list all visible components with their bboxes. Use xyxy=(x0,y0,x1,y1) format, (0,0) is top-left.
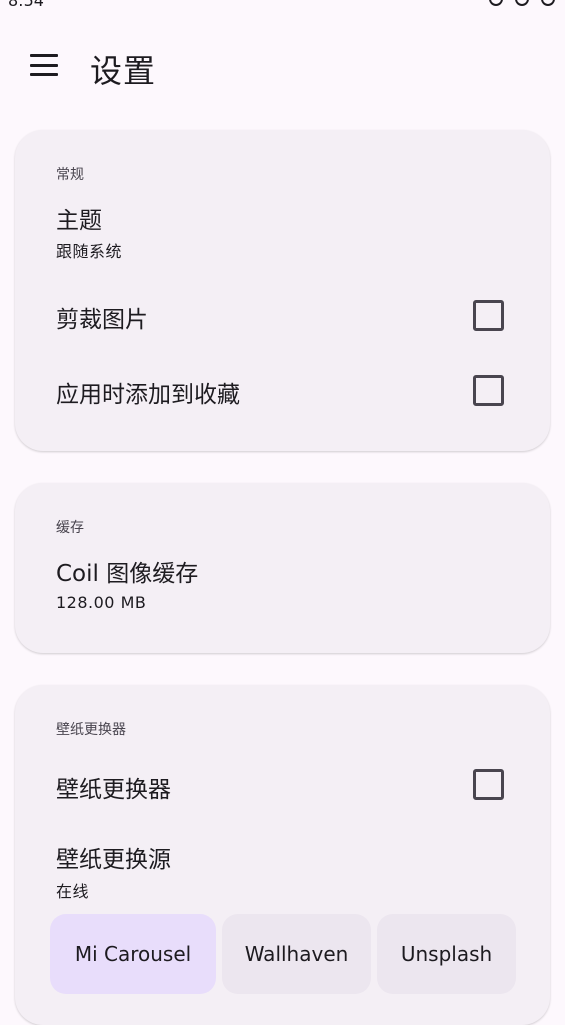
coil-cache-title: Coil 图像缓存 xyxy=(56,561,199,587)
section-title-cache: 缓存 xyxy=(56,520,84,536)
chip-mi-carousel[interactable]: Mi Carousel xyxy=(50,914,216,994)
wallpaper-changer-card: 壁纸更换器 壁纸更换器 壁纸更换源 在线 Mi Carousel Wallhav… xyxy=(15,685,550,1025)
wallpaper-changer-label: 壁纸更换器 xyxy=(56,777,171,803)
wallpaper-source-value: 在线 xyxy=(56,882,90,901)
app-bar: 设置 xyxy=(0,30,565,102)
add-to-favorites-label: 应用时添加到收藏 xyxy=(56,382,240,408)
page-title: 设置 xyxy=(90,52,157,90)
status-bar: 8:54 xyxy=(0,0,565,10)
hamburger-menu-icon[interactable] xyxy=(30,54,58,76)
section-title-changer: 壁纸更换器 xyxy=(56,722,126,738)
chip-unsplash[interactable]: Unsplash xyxy=(377,914,516,994)
status-icons xyxy=(489,0,555,6)
theme-title: 主题 xyxy=(56,208,102,234)
crop-image-checkbox[interactable] xyxy=(473,300,504,331)
general-settings-card: 常规 主题 跟随系统 剪裁图片 应用时添加到收藏 xyxy=(15,130,550,451)
wifi-icon xyxy=(515,0,529,6)
cache-settings-card: 缓存 Coil 图像缓存 128.00 MB xyxy=(15,483,550,653)
battery-icon xyxy=(541,0,555,6)
status-time: 8:54 xyxy=(8,0,44,10)
theme-value: 跟随系统 xyxy=(56,242,123,261)
add-to-favorites-checkbox[interactable] xyxy=(473,375,504,406)
section-title-general: 常规 xyxy=(56,167,84,183)
notification-icon xyxy=(489,0,503,6)
wallpaper-source-title: 壁纸更换源 xyxy=(56,847,171,873)
chip-wallhaven[interactable]: Wallhaven xyxy=(222,914,371,994)
wallpaper-changer-checkbox[interactable] xyxy=(473,769,504,800)
coil-cache-size: 128.00 MB xyxy=(56,593,147,612)
crop-image-label: 剪裁图片 xyxy=(56,307,148,333)
